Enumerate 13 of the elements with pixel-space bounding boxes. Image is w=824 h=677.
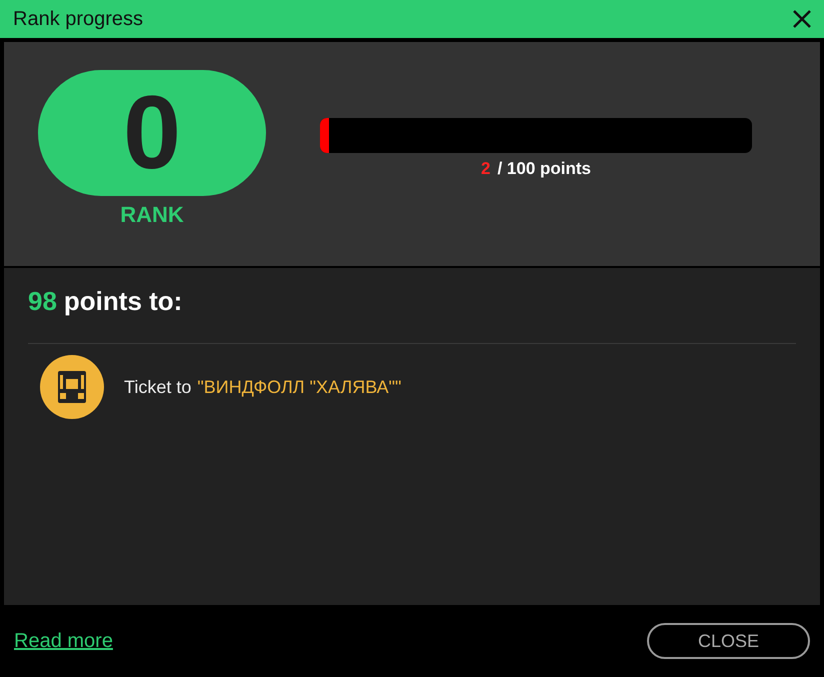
reward-prefix: Ticket to (124, 376, 192, 398)
close-button[interactable]: CLOSE (647, 623, 810, 659)
window-title: Rank progress (13, 8, 144, 30)
close-icon[interactable] (792, 9, 812, 29)
ticket-icon (40, 355, 104, 419)
reward-name: "ВИНДФОЛЛ "ХАЛЯВА"" (197, 376, 402, 398)
total-points: / 100 points (497, 159, 591, 179)
remaining-points: 98 (28, 286, 57, 317)
rank-label: RANK (120, 202, 184, 228)
read-more-link[interactable]: Read more (14, 630, 113, 652)
points-to-label: points to: (64, 286, 182, 317)
rank-number: 0 (38, 70, 266, 196)
current-points: 2 (481, 159, 490, 179)
